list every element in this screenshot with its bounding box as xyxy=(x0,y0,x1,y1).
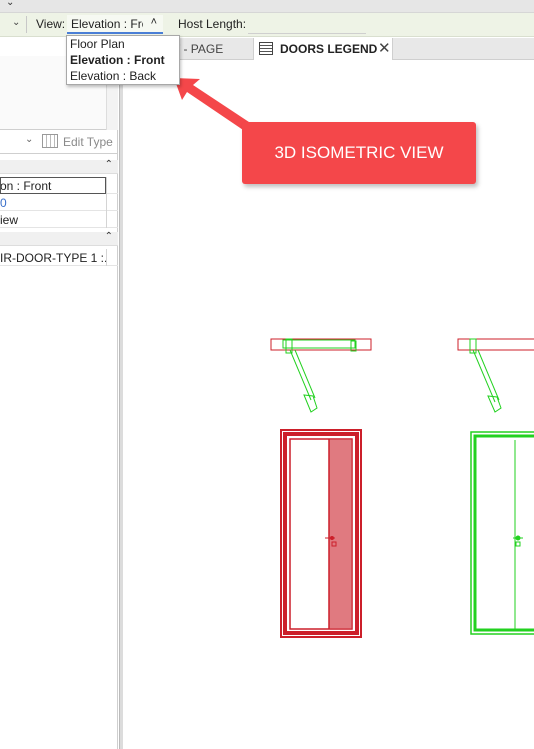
component-name: IR-DOOR-TYPE 1 :... xyxy=(0,251,106,265)
property-row[interactable]: iew xyxy=(0,211,118,228)
tab-doors-legend[interactable]: DOORS LEGEND ✕ xyxy=(253,38,393,60)
property-edit-box[interactable] xyxy=(0,177,106,194)
property-value: 0 xyxy=(0,196,7,210)
chevron-down-icon[interactable]: ⌄ xyxy=(25,134,33,145)
door-plan-symbol-green[interactable] xyxy=(457,338,534,413)
annotation-callout: 3D ISOMETRIC VIEW xyxy=(242,122,476,184)
annotation-text: 3D ISOMETRIC VIEW xyxy=(274,143,444,162)
view-select-value: Elevation : Front xyxy=(71,17,143,31)
section-header-components[interactable]: ⌃ xyxy=(0,231,118,246)
property-row[interactable]: 0 xyxy=(0,194,118,211)
host-length-label: Host Length: xyxy=(178,17,247,31)
dropdown-option-floor-plan[interactable]: Floor Plan xyxy=(67,36,179,52)
title-strip: ⌄ xyxy=(0,0,534,13)
property-row[interactable]: IR-DOOR-TYPE 1 :... xyxy=(0,249,118,266)
type-selector-row: ⌄ Edit Type xyxy=(0,130,118,154)
chevron-down-icon[interactable]: ⌄ xyxy=(6,0,14,8)
column-divider xyxy=(106,249,107,266)
options-bar: ⌄ View: Elevation : Front ˄ Host Length: xyxy=(0,13,534,37)
dropdown-option-elevation-back[interactable]: Elevation : Back xyxy=(67,68,179,84)
view-tabs: T - PAGE DOORS LEGEND ✕ xyxy=(123,38,534,60)
tab-page[interactable]: T - PAGE xyxy=(171,38,251,60)
column-divider xyxy=(106,177,107,228)
door-elevation-green[interactable] xyxy=(470,431,534,635)
properties-panel: ⌄ Edit Type ⌃ on : Front 0 iew ⌃ IR-DOOR… xyxy=(0,38,118,749)
chevron-down-icon[interactable]: ⌄ xyxy=(12,17,20,28)
tab-label: DOORS LEGEND xyxy=(280,42,378,56)
dropdown-option-elevation-front[interactable]: Elevation : Front xyxy=(67,52,179,68)
view-select[interactable]: Elevation : Front ˄ xyxy=(67,15,163,34)
collapse-icon[interactable]: ⌃ xyxy=(105,159,113,170)
property-value: iew xyxy=(0,213,19,227)
door-elevation-red[interactable] xyxy=(280,429,362,638)
section-header-graphics[interactable]: ⌃ xyxy=(0,159,118,174)
door-plan-symbol-red[interactable] xyxy=(270,338,372,413)
close-icon[interactable]: ✕ xyxy=(378,39,391,57)
type-properties-icon xyxy=(42,134,58,148)
view-dropdown-list[interactable]: Floor Plan Elevation : Front Elevation :… xyxy=(66,35,180,85)
host-length-field[interactable] xyxy=(248,16,366,34)
legend-view-icon xyxy=(259,42,273,55)
view-label: View: xyxy=(36,17,66,31)
collapse-icon[interactable]: ⌃ xyxy=(105,231,113,242)
divider xyxy=(26,16,27,33)
caret-up-icon: ˄ xyxy=(150,16,157,28)
tab-label: T - PAGE xyxy=(173,42,224,56)
edit-type-button[interactable]: Edit Type xyxy=(63,135,113,149)
